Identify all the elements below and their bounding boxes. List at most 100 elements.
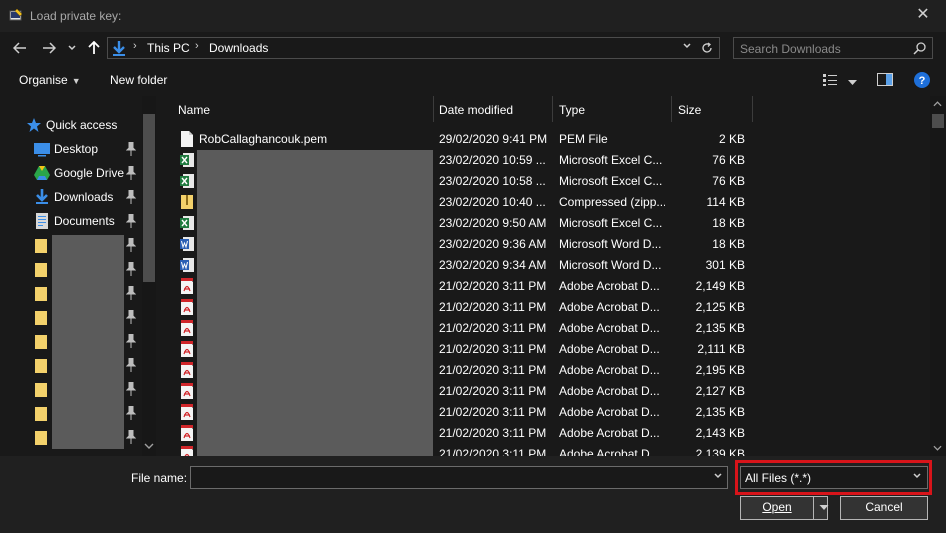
help-button[interactable]: ? [914, 72, 930, 91]
chevron-up-icon[interactable] [933, 100, 942, 108]
file-date-cell: 21/02/2020 3:11 PM [439, 447, 547, 456]
change-view-button[interactable] [823, 74, 839, 89]
view-options-button[interactable] [848, 75, 857, 89]
file-date-cell: 23/02/2020 10:59 ... [439, 153, 546, 167]
file-size-cell: 18 KB [712, 237, 745, 251]
file-date-cell: 21/02/2020 3:11 PM [439, 279, 547, 293]
sidebar-item-label: Quick access [46, 118, 118, 132]
recent-locations-button[interactable] [64, 38, 80, 58]
arrow-left-icon [12, 42, 26, 54]
column-divider[interactable] [552, 96, 553, 122]
breadcrumb-downloads[interactable]: Downloads [209, 41, 268, 55]
file-size-cell: 2 KB [718, 132, 745, 146]
highlight-box [735, 460, 932, 495]
file-type-cell: Microsoft Word D... [559, 258, 662, 272]
dialog-footer: File name: All Files (*.*) Open Cancel [0, 456, 946, 533]
breadcrumb-separator: › [195, 40, 199, 52]
star-icon [27, 118, 41, 132]
file-date-cell: 29/02/2020 9:41 PM [439, 132, 548, 146]
sidebar-item-google-drive[interactable]: Google Drive [0, 161, 142, 185]
excel-icon [180, 153, 194, 167]
pin-icon [126, 334, 136, 348]
column-header-name[interactable]: Name [178, 103, 210, 117]
pin-icon [126, 382, 136, 396]
file-type-cell: Microsoft Excel C... [559, 153, 663, 167]
column-header-size[interactable]: Size [678, 103, 701, 117]
chevron-down-icon[interactable] [144, 442, 154, 450]
chevron-down-icon[interactable] [933, 444, 942, 452]
close-button[interactable]: ✕ [900, 0, 946, 30]
pdf-icon [181, 278, 193, 294]
chevron-down-icon [683, 43, 691, 49]
file-list-scroll-thumb[interactable] [932, 114, 944, 128]
address-bar[interactable]: › This PC › Downloads [107, 37, 720, 59]
file-name-input[interactable] [190, 466, 728, 489]
file-date-cell: 23/02/2020 9:50 AM [439, 216, 547, 230]
column-header-date[interactable]: Date modified [439, 103, 513, 117]
sidebar-scrollbar[interactable] [142, 96, 156, 456]
navigation-pane: Quick access Desktop Google Drive Downlo… [0, 96, 160, 456]
cancel-button[interactable]: Cancel [840, 496, 928, 520]
pin-icon [126, 262, 136, 276]
pin-icon [126, 286, 136, 300]
sidebar-scroll-thumb[interactable] [143, 114, 155, 282]
file-type-cell: Compressed (zipp... [559, 195, 665, 209]
folder-icon [35, 287, 47, 301]
file-size-cell: 114 KB [706, 195, 745, 209]
folder-icon [35, 263, 47, 277]
caret-down-icon[interactable] [817, 505, 831, 511]
file-date-cell: 21/02/2020 3:11 PM [439, 300, 547, 314]
search-input[interactable]: Search Downloads [740, 42, 841, 56]
sidebar-item-documents[interactable]: Documents [0, 209, 142, 233]
window-title: Load private key: [30, 9, 122, 23]
open-button[interactable]: Open [740, 496, 831, 520]
address-history-button[interactable] [682, 41, 692, 54]
redacted-region [52, 235, 124, 449]
organise-button[interactable]: Organise ▼ [19, 73, 81, 87]
file-type-cell: Adobe Acrobat D... [559, 279, 660, 293]
back-button[interactable] [10, 38, 30, 58]
file-list-scrollbar[interactable] [930, 96, 946, 456]
refresh-button[interactable] [701, 39, 713, 57]
open-label: Open [762, 500, 792, 514]
column-divider[interactable] [433, 96, 434, 122]
column-divider[interactable] [671, 96, 672, 122]
desktop-icon [34, 143, 50, 157]
word-icon [180, 258, 194, 272]
open-split-divider [813, 497, 814, 519]
breadcrumb-separator: › [133, 40, 137, 52]
search-box[interactable]: Search Downloads [733, 37, 933, 59]
file-type-cell: Adobe Acrobat D... [559, 300, 660, 314]
up-button[interactable] [84, 38, 104, 58]
zip-icon [181, 195, 193, 209]
new-folder-button[interactable]: New folder [110, 73, 167, 87]
file-type-cell: Adobe Acrobat D... [559, 447, 660, 456]
chevron-down-icon[interactable] [713, 471, 723, 481]
word-icon [180, 237, 194, 251]
folder-icon [35, 359, 47, 373]
file-size-cell: 2,143 KB [695, 426, 745, 440]
folder-icon [35, 383, 47, 397]
column-divider[interactable] [752, 96, 753, 122]
table-row[interactable]: RobCallaghancouk.pem 29/02/2020 9:41 PM PE… [160, 128, 930, 149]
column-header-type[interactable]: Type [559, 103, 585, 117]
pin-icon [126, 214, 136, 228]
file-type-cell: Adobe Acrobat D... [559, 384, 660, 398]
sidebar-item-downloads[interactable]: Downloads [0, 185, 142, 209]
sidebar-item-desktop[interactable]: Desktop [0, 137, 142, 161]
pin-icon [126, 406, 136, 420]
pin-icon [126, 142, 136, 156]
navigation-bar: › This PC › Downloads Search Downloads [0, 32, 946, 64]
forward-button[interactable] [39, 38, 59, 58]
arrow-up-icon [88, 40, 100, 54]
sidebar-item-quick-access[interactable]: Quick access [0, 113, 142, 137]
file-date-cell: 23/02/2020 9:34 AM [439, 258, 547, 272]
preview-pane-button[interactable] [877, 73, 893, 89]
breadcrumb-this-pc[interactable]: This PC [147, 41, 190, 55]
pin-icon [126, 430, 136, 444]
pdf-icon [181, 446, 193, 456]
new-folder-label: New folder [110, 73, 168, 87]
pin-icon [126, 190, 136, 204]
excel-icon [180, 216, 194, 230]
refresh-icon [702, 42, 712, 53]
